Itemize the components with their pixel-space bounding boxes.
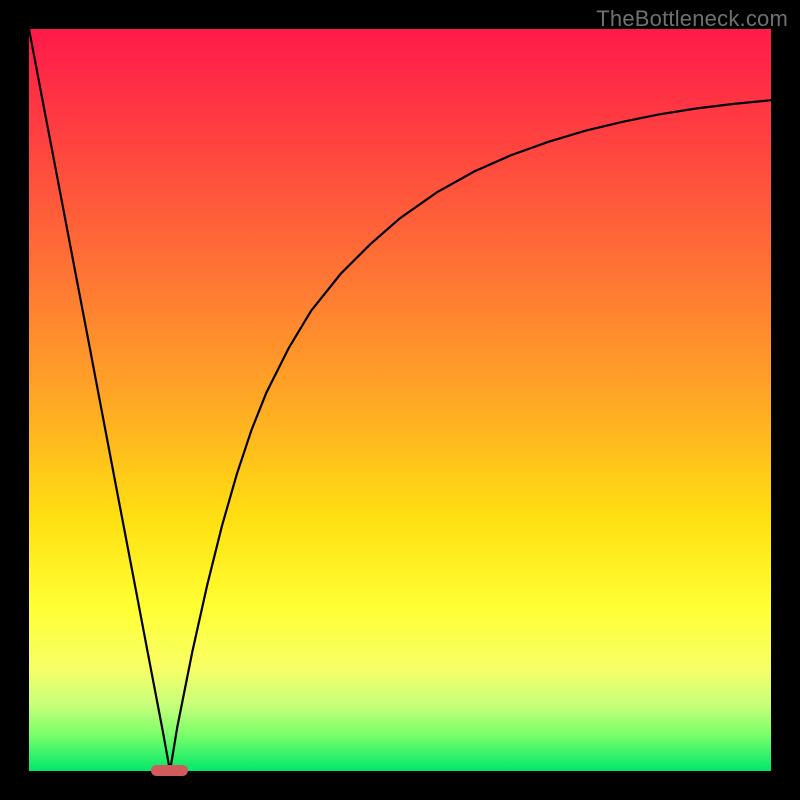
chart-plot-area (29, 29, 771, 771)
chart-curves (29, 29, 771, 771)
curve-right-branch (170, 100, 771, 771)
chart-frame: TheBottleneck.com (0, 0, 800, 800)
curve-left-branch (29, 29, 170, 771)
watermark-text: TheBottleneck.com (596, 6, 788, 32)
minimum-marker (151, 765, 188, 776)
